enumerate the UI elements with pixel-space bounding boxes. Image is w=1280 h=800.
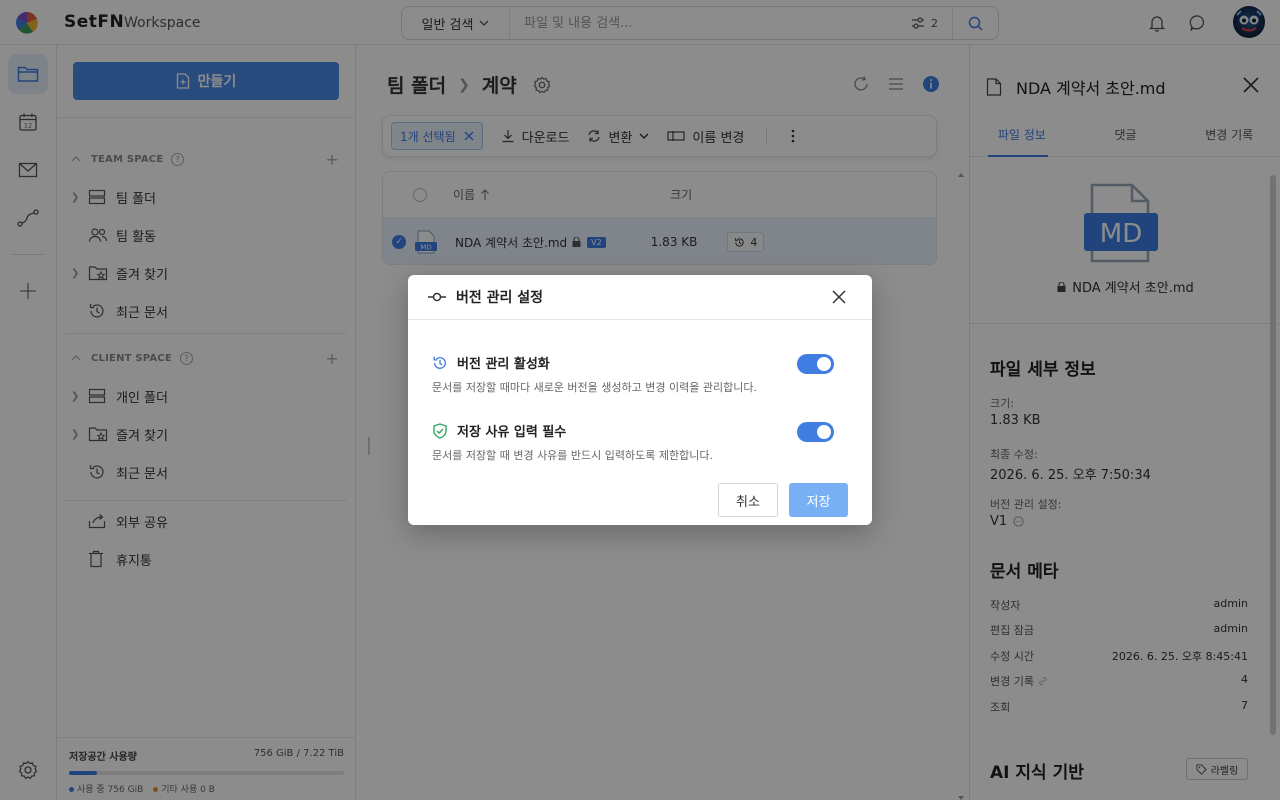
option-description: 문서를 저장할 때 변경 사유를 반드시 입력하도록 제한합니다.: [432, 449, 713, 462]
history-icon: [433, 356, 446, 369]
shield-check-icon: [433, 422, 447, 439]
version-settings-dialog: 버전 관리 설정 버전 관리 활성화 문서를 저장할 때마다 새로운 버전을 생…: [408, 275, 872, 525]
versioning-toggle[interactable]: [797, 354, 834, 374]
option-description: 문서를 저장할 때마다 새로운 버전을 생성하고 변경 이력을 관리합니다.: [432, 381, 757, 394]
save-button[interactable]: 저장: [789, 483, 848, 517]
dialog-title: 버전 관리 설정: [456, 290, 544, 306]
option-enable-versioning: 버전 관리 활성화 문서를 저장할 때마다 새로운 버전을 생성하고 변경 이력…: [432, 353, 848, 395]
option-title: 버전 관리 활성화: [457, 357, 550, 372]
commit-icon: [428, 292, 446, 302]
dialog-header: 버전 관리 설정: [408, 275, 872, 320]
cancel-button[interactable]: 취소: [718, 483, 778, 517]
save-reason-toggle[interactable]: [797, 422, 834, 442]
option-require-save-reason: 저장 사유 입력 필수 문서를 저장할 때 변경 사유를 반드시 입력하도록 제…: [432, 421, 848, 463]
close-icon[interactable]: [832, 290, 846, 304]
option-title: 저장 사유 입력 필수: [457, 425, 567, 440]
